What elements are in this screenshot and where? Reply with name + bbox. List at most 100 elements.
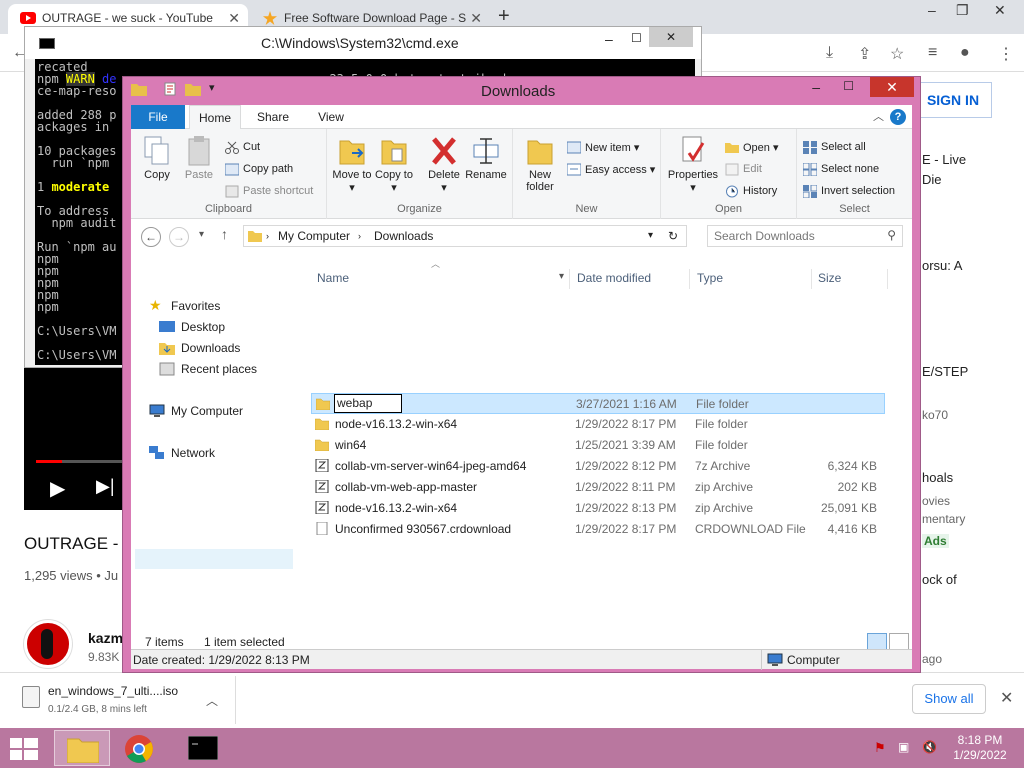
column-divider[interactable] [689,269,690,289]
recommended-title[interactable]: hoals [922,470,953,485]
new-item-button[interactable]: New item ▾ [567,141,639,154]
address-bar[interactable]: › My Computer › Downloads ▾ ↻ [243,225,687,247]
properties-icon[interactable] [163,82,177,96]
cmd-titlebar[interactable]: C:\Windows\System32\cmd.exe – ☐ ✕ [25,27,701,59]
file-row[interactable]: webap 3/27/2021 1:16 AM File folder [311,393,885,414]
select-all-button[interactable]: Select all [803,141,866,154]
close-icon[interactable]: ✕ [870,77,914,97]
volume-muted-icon[interactable]: 🔇 [922,740,938,754]
reading-list-icon[interactable]: ≡ [928,44,937,62]
forward-icon[interactable]: → [169,227,189,247]
windows-start-icon[interactable] [10,738,38,760]
taskbar-file-explorer[interactable] [54,730,110,766]
install-icon[interactable]: ⤓ [826,44,833,62]
file-row[interactable]: node-v16.13.2-win-x64 1/29/2022 8:13 PM zi… [311,498,885,519]
tab-view[interactable]: View [307,105,355,129]
help-icon[interactable]: ? [890,109,906,125]
share-icon[interactable]: ⇪ [858,44,871,64]
breadcrumb-my-computer[interactable]: My Computer [278,229,350,243]
system-clock[interactable]: 8:18 PM 1/29/2022 [940,733,1020,763]
delete-button[interactable]: Delete ▾ [423,135,465,194]
video-progress-bar[interactable] [36,460,124,463]
close-icon[interactable]: ✕ [649,27,693,47]
tab-share[interactable]: Share [249,105,297,129]
column-divider[interactable] [569,269,570,289]
search-icon[interactable]: ⚲ [887,228,896,242]
column-divider[interactable] [811,269,812,289]
file-row[interactable]: collab-vm-web-app-master 1/29/2022 8:11 P… [311,477,885,498]
open-button[interactable]: Open ▾ [725,141,779,154]
file-row[interactable]: Unconfirmed 930567.crdownload 1/29/2022 8… [311,519,885,540]
new-tab-button[interactable]: + [498,5,510,28]
move-to-button[interactable]: Move to ▾ [331,135,373,194]
channel-name[interactable]: kazm [88,630,123,646]
back-icon[interactable]: ← [141,227,161,247]
select-none-button[interactable]: Select none [803,163,879,176]
minimize-icon[interactable]: – [605,31,613,47]
explorer-window[interactable]: ▾ Downloads – ☐ ✕ File Home Share View ︿… [122,76,921,673]
history-button[interactable]: History [725,185,777,198]
column-name[interactable]: Name [317,271,349,285]
bookmark-star-icon[interactable]: ☆ [890,44,904,64]
invert-selection-button[interactable]: Invert selection [803,185,895,198]
download-item[interactable]: en_windows_7_ulti....iso 0.1/2.4 GB, 8 m… [10,676,236,724]
file-row[interactable]: win64 1/25/2021 3:39 AM File folder [311,435,885,456]
tab-home[interactable]: Home [189,105,241,130]
breadcrumb-separator-icon[interactable]: › [266,231,269,241]
minimize-icon[interactable]: – [928,2,936,18]
properties-button[interactable]: Properties ▾ [665,135,721,194]
channel-avatar[interactable] [24,620,72,668]
recent-locations-icon[interactable]: ▾ [199,229,204,240]
paste-button[interactable]: Paste [178,135,220,181]
rename-input[interactable]: webap [334,394,402,413]
show-all-button[interactable]: Show all [912,684,986,714]
close-icon[interactable]: ✕ [994,2,1006,19]
play-icon[interactable]: ▶ [50,476,65,501]
tab-file[interactable]: File [131,105,185,129]
collapse-ribbon-icon[interactable]: ︿ [873,108,884,124]
search-box[interactable]: Search Downloads ⚲ [707,225,903,247]
paste-shortcut-button[interactable]: Paste shortcut [225,185,313,198]
recommended-title[interactable]: orsu: A [922,258,962,273]
sign-in-button[interactable]: SIGN IN [914,82,992,118]
column-type[interactable]: Type [697,271,723,285]
nav-desktop[interactable]: Desktop [159,320,225,334]
address-dropdown-icon[interactable]: ▾ [648,230,653,241]
nav-favorites[interactable]: ★ Favorites [149,297,220,313]
edit-button[interactable]: Edit [725,163,762,176]
recommended-title[interactable]: E/STEP [922,364,968,379]
action-center-flag-icon[interactable]: ⚑ [874,740,890,755]
recommended-title[interactable]: E - Live [922,152,966,167]
maximize-icon[interactable]: ☐ [843,79,854,93]
nav-downloads[interactable]: Downloads [159,341,240,355]
rename-button[interactable]: Rename [465,135,507,181]
profile-icon[interactable]: ● [960,44,970,62]
copy-button[interactable]: Copy [136,135,178,181]
column-dropdown-icon[interactable]: ▾ [559,271,564,282]
menu-icon[interactable]: ⋮ [998,44,1014,64]
explorer-titlebar[interactable]: ▾ Downloads – ☐ ✕ [123,77,920,105]
quick-access-dropdown-icon[interactable]: ▾ [209,81,215,94]
nav-my-computer[interactable]: My Computer [149,404,243,418]
column-date-modified[interactable]: Date modified [577,271,651,285]
easy-access-button[interactable]: Easy access ▾ [567,163,655,176]
next-icon[interactable]: ▶| [96,476,115,497]
network-tray-icon[interactable]: ▣ [898,740,914,754]
nav-network[interactable]: Network [149,446,215,460]
chevron-up-icon[interactable]: ︿ [206,692,218,709]
cut-button[interactable]: Cut [225,141,260,154]
close-shelf-icon[interactable]: ✕ [1000,688,1013,708]
file-row[interactable]: collab-vm-server-win64-jpeg-amd64 1/29/20… [311,456,885,477]
taskbar-chrome[interactable] [112,730,168,766]
refresh-icon[interactable]: ↻ [668,229,678,243]
new-folder-button[interactable]: New folder [519,135,561,193]
taskbar-cmd[interactable] [176,730,232,766]
column-size[interactable]: Size [818,271,841,285]
maximize-icon[interactable]: ☐ [631,31,642,45]
breadcrumb-separator-icon[interactable]: › [358,231,361,241]
file-row[interactable]: node-v16.13.2-win-x64 1/29/2022 8:17 PM Fi… [311,414,885,435]
new-folder-icon[interactable] [185,82,201,96]
up-arrow-icon[interactable]: ↑ [221,226,228,242]
copy-to-button[interactable]: Copy to ▾ [373,135,415,194]
copy-path-button[interactable]: Copy path [225,163,293,176]
